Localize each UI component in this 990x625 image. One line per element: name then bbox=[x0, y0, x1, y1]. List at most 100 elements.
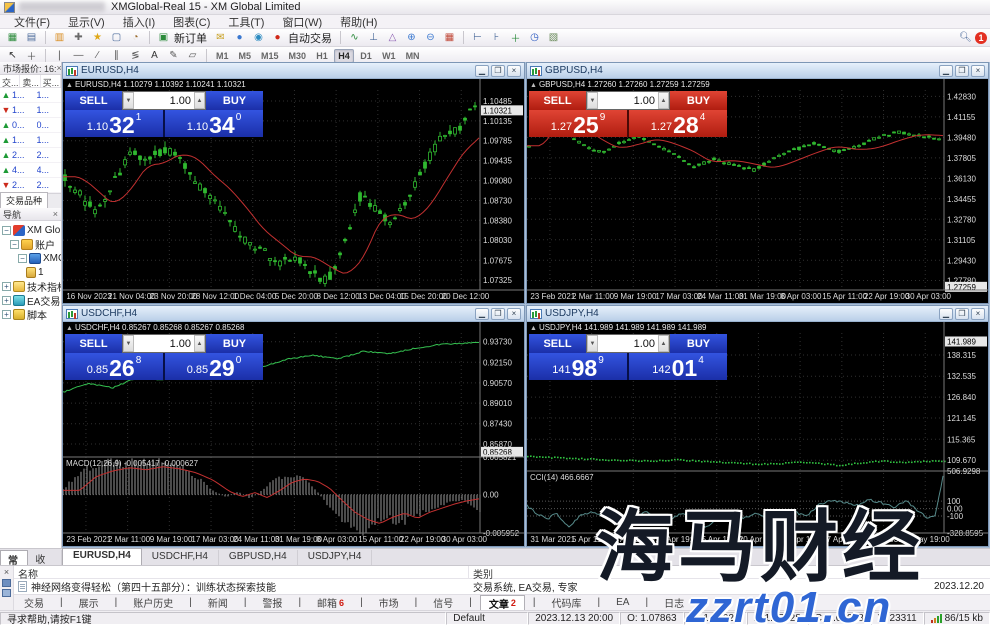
menu-item[interactable]: 工具(T) bbox=[220, 14, 272, 30]
tree-node-XMG[interactable]: −XMG bbox=[0, 251, 61, 265]
chart-window-USDJPY[interactable]: USDJPY,H4▁❐×138.315132.535126.840121.145… bbox=[526, 305, 989, 547]
buy-button[interactable]: BUY bbox=[670, 334, 727, 353]
chart-tab-GBPUSD[interactable]: GBPUSD,H4 bbox=[219, 550, 298, 565]
volume-up-icon[interactable]: ▲ bbox=[658, 335, 669, 352]
buy-button[interactable]: BUY bbox=[206, 91, 263, 110]
market-watch-icon[interactable]: ▥ bbox=[51, 30, 68, 45]
volume-down-icon[interactable]: ▼ bbox=[587, 335, 598, 352]
timeframe-button-m5[interactable]: M5 bbox=[235, 49, 256, 63]
column-name[interactable]: 名称 bbox=[14, 566, 469, 578]
market-watch-row[interactable]: ▲0...0... bbox=[0, 118, 61, 133]
menu-item[interactable]: 窗口(W) bbox=[274, 14, 330, 30]
profiles-icon[interactable]: ▤ bbox=[23, 30, 40, 45]
tree-expand-icon[interactable]: + bbox=[2, 310, 11, 319]
terminal-tab-3[interactable]: 新闻 bbox=[200, 596, 236, 610]
timeframe-button-m15[interactable]: M15 bbox=[257, 49, 283, 63]
fibonacci-icon[interactable]: ≶ bbox=[127, 48, 144, 63]
new-window-icon[interactable]: ＋ bbox=[507, 30, 524, 45]
terminal-tab-2[interactable]: 账户历史 bbox=[125, 596, 181, 610]
buy-price[interactable]: 142014 bbox=[629, 353, 727, 380]
notification-badge[interactable]: 1 bbox=[975, 32, 987, 44]
timeframe-button-h1[interactable]: H1 bbox=[312, 49, 332, 63]
market-watch-column[interactable]: 买... bbox=[41, 75, 61, 87]
market-watch-row[interactable]: ▲1...1... bbox=[0, 88, 61, 103]
sell-price[interactable]: 1.27259 bbox=[529, 110, 627, 137]
minimize-icon[interactable]: ▁ bbox=[939, 308, 953, 320]
timeframe-button-m1[interactable]: M1 bbox=[212, 49, 233, 63]
volume-down-icon[interactable]: ▼ bbox=[123, 335, 134, 352]
objects-icon[interactable]: △ bbox=[384, 30, 401, 45]
navigator-header[interactable]: 导航 × bbox=[0, 208, 61, 221]
market-watch-row[interactable]: ▲1...1... bbox=[0, 133, 61, 148]
navigator-tab-收藏夹[interactable]: 收藏夹 bbox=[28, 550, 62, 565]
column-category[interactable]: 类别 bbox=[469, 566, 990, 578]
close-icon[interactable]: × bbox=[4, 567, 9, 577]
zoom-out-icon[interactable]: ⊖ bbox=[422, 30, 439, 45]
market-watch-row[interactable]: ▼2...2... bbox=[0, 178, 61, 193]
restore-icon[interactable]: ❐ bbox=[491, 65, 505, 77]
chart-tab-USDJPY[interactable]: USDJPY,H4 bbox=[298, 550, 373, 565]
volume-down-icon[interactable]: ▼ bbox=[123, 92, 134, 109]
restore-icon[interactable]: ❐ bbox=[955, 308, 969, 320]
cursor-icon[interactable]: ↖ bbox=[4, 48, 21, 63]
terminal-tab-7[interactable]: 信号 bbox=[425, 596, 461, 610]
chart-window-titlebar[interactable]: USDJPY,H4▁❐× bbox=[527, 306, 988, 322]
new-order-label[interactable]: 新订单 bbox=[174, 30, 207, 46]
chart-client-area[interactable]: 138.315132.535126.840121.145115.365109.6… bbox=[527, 322, 988, 546]
shapes-icon[interactable]: ▱ bbox=[184, 48, 201, 63]
new-order-icon[interactable]: ▣ bbox=[155, 30, 172, 45]
close-icon[interactable]: × bbox=[57, 63, 61, 73]
market-watch-row[interactable]: ▼1...1... bbox=[0, 103, 61, 118]
tree-node-[interactable]: −账户 bbox=[0, 237, 61, 251]
menu-item[interactable]: 文件(F) bbox=[6, 14, 58, 30]
arrange-horz-icon[interactable]: ⊦ bbox=[488, 30, 505, 45]
volume-up-icon[interactable]: ▲ bbox=[194, 92, 205, 109]
chart-window-titlebar[interactable]: GBPUSD,H4▁❐× bbox=[527, 63, 988, 79]
market-watch-column[interactable]: 卖... bbox=[20, 75, 40, 87]
tab-symbols[interactable]: 交易品种 bbox=[0, 192, 48, 208]
chart-tab-EURUSD[interactable]: EURUSD,H4 bbox=[62, 548, 142, 565]
tree-expand-icon[interactable]: − bbox=[18, 254, 27, 263]
clock-icon[interactable]: ◷ bbox=[526, 30, 543, 45]
sell-button[interactable]: SELL bbox=[65, 334, 122, 353]
chart-window-titlebar[interactable]: USDCHF,H4▁❐× bbox=[63, 306, 524, 322]
volume-up-icon[interactable]: ▲ bbox=[194, 335, 205, 352]
menu-item[interactable]: 图表(C) bbox=[165, 14, 218, 30]
restore-icon[interactable]: ❐ bbox=[491, 308, 505, 320]
indicator-list-icon[interactable]: ⊥ bbox=[365, 30, 382, 45]
sell-button[interactable]: SELL bbox=[529, 334, 586, 353]
buy-button[interactable]: BUY bbox=[670, 91, 727, 110]
sell-price[interactable]: 1.10321 bbox=[65, 110, 163, 137]
close-icon[interactable]: × bbox=[507, 65, 521, 77]
terminal-tab-9[interactable]: 代码库 bbox=[544, 596, 590, 610]
crosshair-icon[interactable]: ＋ bbox=[23, 48, 40, 63]
tree-node-XMGlobal[interactable]: −XM Global bbox=[0, 223, 61, 237]
status-profile[interactable]: Default bbox=[446, 612, 528, 625]
sell-price[interactable]: 141989 bbox=[529, 353, 627, 380]
tree-node-EA[interactable]: +EA交易 bbox=[0, 293, 61, 307]
terminal-tab-4[interactable]: 警报 bbox=[254, 596, 290, 610]
close-icon[interactable]: × bbox=[53, 209, 58, 219]
close-icon[interactable]: × bbox=[507, 308, 521, 320]
text-icon[interactable]: A bbox=[146, 48, 163, 63]
market-watch-header[interactable]: 市场报价: 16: × bbox=[0, 62, 61, 75]
volume-field[interactable]: ▼1.00▲ bbox=[586, 91, 670, 110]
terminal-tab-1[interactable]: 展示 bbox=[71, 596, 107, 610]
autotrading-icon[interactable]: ● bbox=[269, 30, 286, 45]
mailbox-icon[interactable]: ✉ bbox=[212, 30, 229, 45]
search-icon[interactable]: 🔍︎ bbox=[957, 30, 974, 45]
timeframe-button-mn[interactable]: MN bbox=[402, 49, 424, 63]
terminal-dock-icon[interactable] bbox=[2, 579, 11, 587]
minimize-icon[interactable]: ▁ bbox=[475, 308, 489, 320]
timeframe-button-h4[interactable]: H4 bbox=[334, 49, 354, 63]
market-watch-row[interactable]: ▲2...2... bbox=[0, 148, 61, 163]
buy-price[interactable]: 0.85290 bbox=[165, 353, 263, 380]
mql5-icon[interactable]: ◉ bbox=[250, 30, 267, 45]
tree-node-[interactable]: +脚本 bbox=[0, 307, 61, 321]
indicators-icon[interactable]: ∿ bbox=[346, 30, 363, 45]
community-icon[interactable]: ● bbox=[231, 30, 248, 45]
vertical-line-icon[interactable]: ❘ bbox=[51, 48, 68, 63]
tree-node-[interactable]: +技术指标 bbox=[0, 279, 61, 293]
trendline-icon[interactable]: ∕ bbox=[89, 48, 106, 63]
chart-window-USDCHF[interactable]: USDCHF,H4▁❐×0.937300.921500.905700.89010… bbox=[62, 305, 525, 547]
